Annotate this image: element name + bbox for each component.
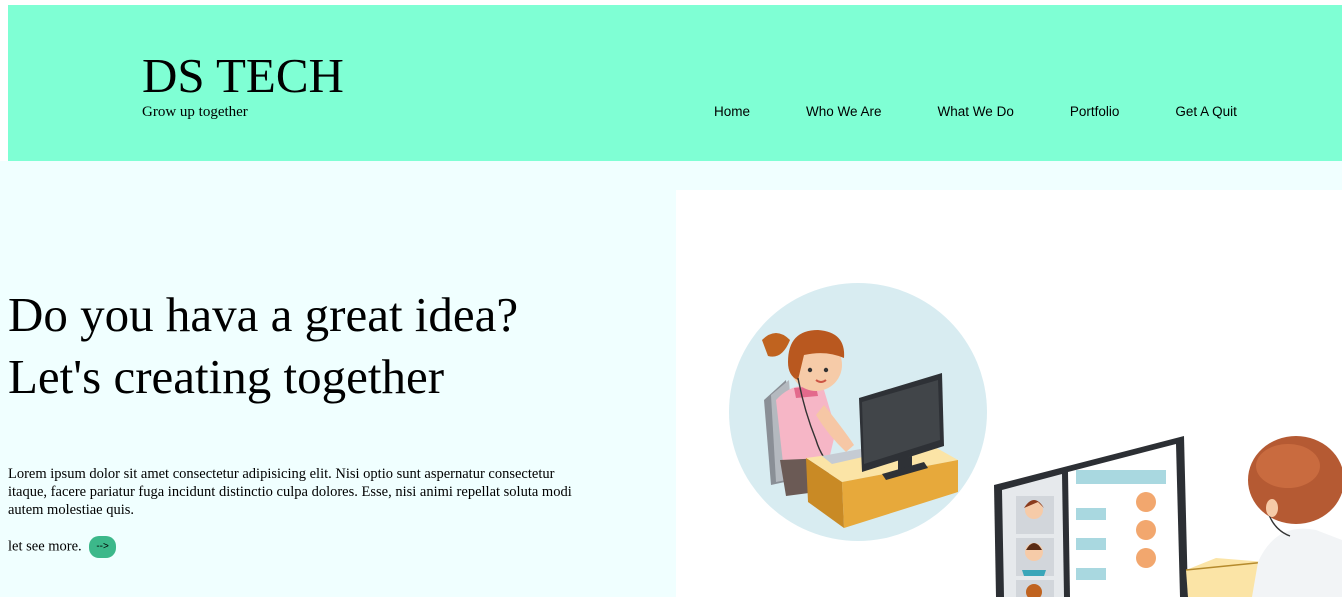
cta: let see more. --> <box>8 536 116 558</box>
see-more-button[interactable]: --> <box>89 536 116 558</box>
nav-link-portfolio[interactable]: Portfolio <box>1070 104 1120 119</box>
video-conference-illustration <box>729 283 1342 597</box>
main-nav: Home Who We Are What We Do Portfolio Get… <box>686 104 1265 119</box>
hero-illustration <box>676 190 1342 597</box>
hero-headline-line-1: Do you hava a great idea? <box>8 287 519 342</box>
cta-text: let see more. <box>8 538 82 555</box>
nav-link-home[interactable]: Home <box>714 104 750 119</box>
nav-link-who-we-are[interactable]: Who We Are <box>806 104 882 119</box>
hero-paragraph: Lorem ipsum dolor sit amet consectetur a… <box>8 466 572 518</box>
brand-title: DS TECH <box>142 48 344 103</box>
hero-text: Do you hava a great idea? Let's creating… <box>8 284 608 408</box>
nav-link-get-a-quit[interactable]: Get A Quit <box>1175 104 1237 119</box>
brand-tagline: Grow up together <box>142 104 248 120</box>
brand: DS TECH Grow up together <box>142 49 344 121</box>
hero-headline: Do you hava a great idea? Let's creating… <box>8 284 608 408</box>
nav-link-what-we-do[interactable]: What We Do <box>938 104 1014 119</box>
site-header: DS TECH Grow up together Home Who We Are… <box>8 5 1342 161</box>
hero-headline-line-2: Let's creating together <box>8 349 445 404</box>
